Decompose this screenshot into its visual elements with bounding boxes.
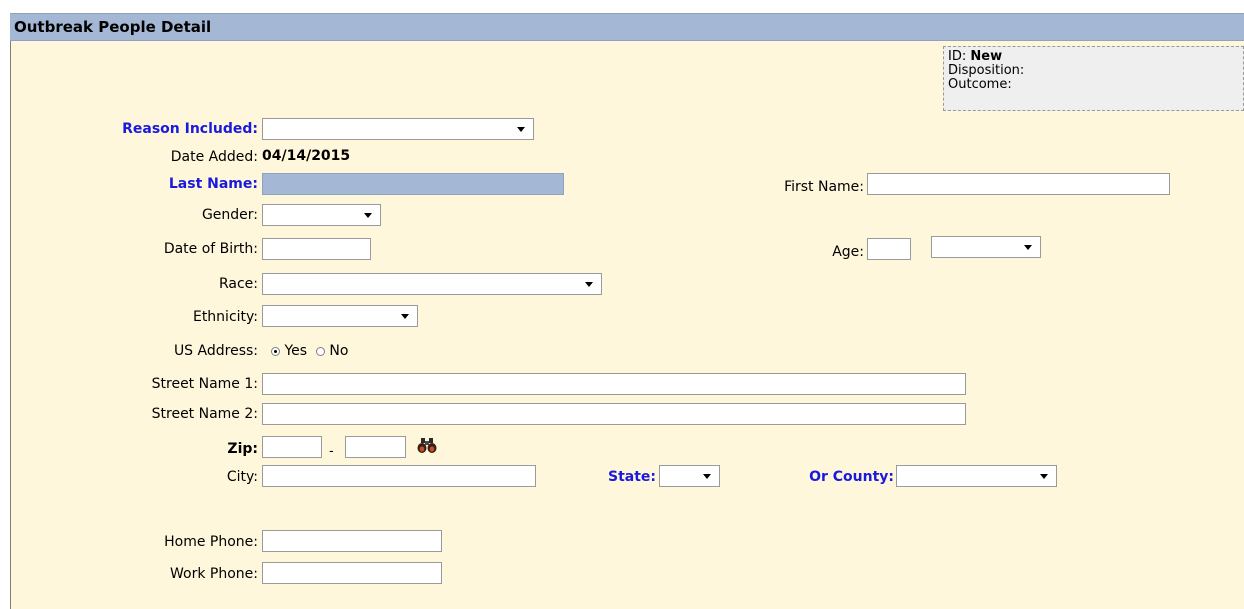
city-label: City: xyxy=(226,469,258,485)
chevron-down-icon xyxy=(585,282,593,287)
us-address-no-radio[interactable] xyxy=(315,346,325,356)
state-select[interactable] xyxy=(659,465,720,487)
chevron-down-icon xyxy=(401,314,409,319)
street2-label: Street Name 2: xyxy=(151,406,258,422)
ethnicity-label: Ethnicity: xyxy=(192,309,258,325)
panel-title: Outbreak People Detail xyxy=(14,18,212,36)
record-info-box: ID: New Disposition: Outcome: xyxy=(943,46,1244,111)
gender-select[interactable] xyxy=(262,204,381,226)
chevron-down-icon xyxy=(1040,474,1048,479)
dob-input[interactable] xyxy=(262,238,371,260)
chevron-down-icon xyxy=(703,474,711,479)
outcome-label: Outcome: xyxy=(948,77,1012,92)
us-address-label: US Address: xyxy=(173,343,258,359)
age-label: Age: xyxy=(832,244,864,260)
age-input[interactable] xyxy=(867,238,911,260)
county-select[interactable] xyxy=(896,465,1057,487)
street1-input[interactable] xyxy=(262,373,966,395)
date-added-label: Date Added: xyxy=(170,149,258,165)
last-name-label: Last Name: xyxy=(168,176,258,192)
race-label: Race: xyxy=(218,276,258,292)
county-label: Or County: xyxy=(809,469,894,485)
zip-label: Zip: xyxy=(227,441,258,457)
street1-label: Street Name 1: xyxy=(151,376,258,392)
disposition-label: Disposition: xyxy=(948,63,1025,78)
home-phone-label: Home Phone: xyxy=(164,534,258,550)
zip-ext-input[interactable] xyxy=(345,436,406,458)
race-select[interactable] xyxy=(262,273,602,295)
work-phone-label: Work Phone: xyxy=(170,566,258,582)
us-address-radio-group: Yes No xyxy=(271,343,348,359)
reason-included-label: Reason Included: xyxy=(122,121,258,137)
first-name-input[interactable] xyxy=(867,173,1170,195)
id-label: ID: xyxy=(948,49,967,64)
id-line: ID: New xyxy=(948,50,1243,64)
zip-input[interactable] xyxy=(262,436,322,458)
binoculars-icon[interactable] xyxy=(416,436,438,458)
date-added-value: 04/14/2015 xyxy=(262,148,351,164)
city-input[interactable] xyxy=(262,465,536,487)
chevron-down-icon xyxy=(1024,245,1032,250)
dob-label: Date of Birth: xyxy=(163,241,258,257)
chevron-down-icon xyxy=(364,213,372,218)
street2-input[interactable] xyxy=(262,403,966,425)
chevron-down-icon xyxy=(517,127,525,132)
home-phone-input[interactable] xyxy=(262,530,442,552)
id-value: New xyxy=(970,49,1003,64)
age-unit-select[interactable] xyxy=(931,236,1041,258)
first-name-label: First Name: xyxy=(784,179,864,195)
us-address-no-label: No xyxy=(329,343,349,359)
zip-separator: - xyxy=(329,444,334,459)
us-address-yes-radio[interactable] xyxy=(271,346,280,356)
state-label: State: xyxy=(607,469,656,485)
gender-label: Gender: xyxy=(201,207,258,223)
ethnicity-select[interactable] xyxy=(262,305,418,327)
panel-titlebar: Outbreak People Detail xyxy=(10,13,1244,41)
us-address-yes-label: Yes xyxy=(284,343,308,359)
last-name-input[interactable] xyxy=(262,173,564,195)
reason-included-select[interactable] xyxy=(262,118,534,140)
work-phone-input[interactable] xyxy=(262,562,442,584)
